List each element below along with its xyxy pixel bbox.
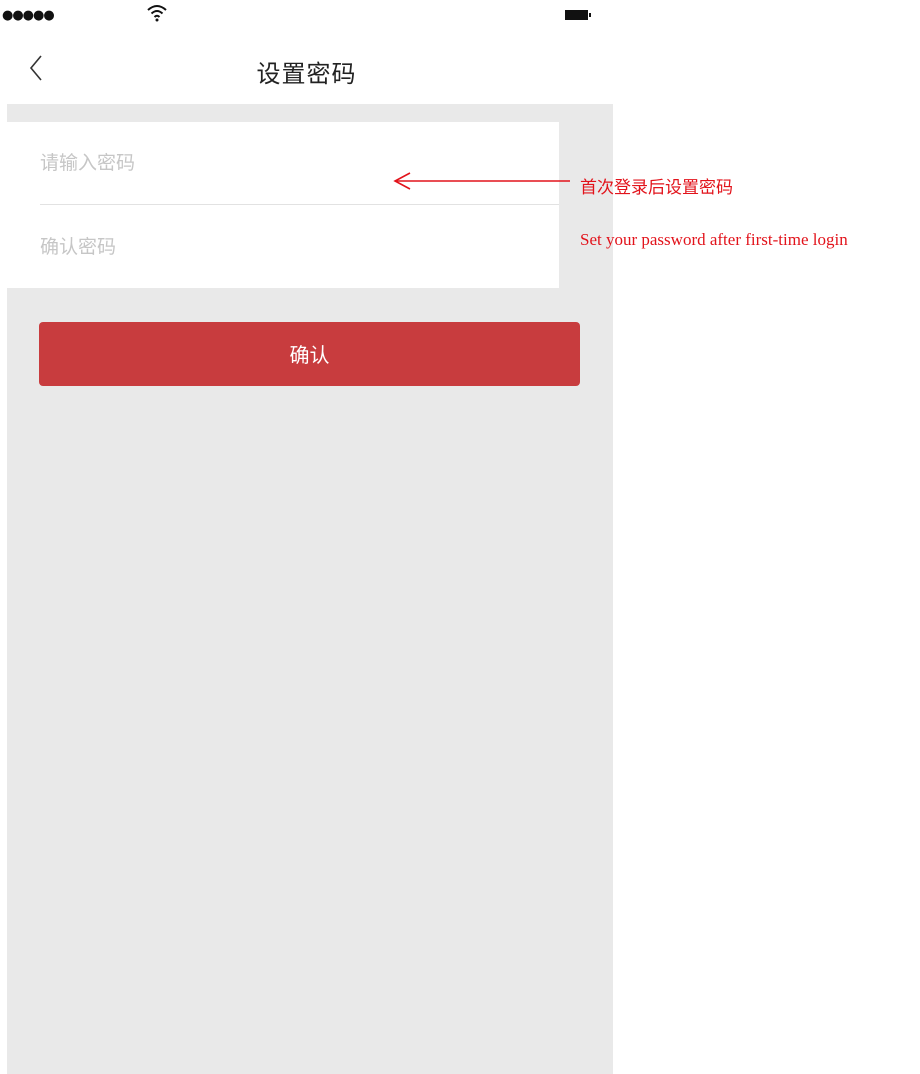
divider <box>40 204 559 205</box>
main-content: 确认 <box>7 104 613 1074</box>
annotation-text-cn: 首次登录后设置密码 <box>580 178 733 198</box>
wifi-icon <box>147 5 167 22</box>
annotation-text-en: Set your password after first-time login <box>580 230 848 249</box>
navigation-bar: 设置密码 <box>0 32 613 104</box>
battery-icon <box>565 10 591 20</box>
signal-strength-icon: ●●●●● <box>2 8 55 23</box>
status-bar: ●●●●● <box>0 0 613 32</box>
confirm-password-input[interactable] <box>40 206 559 288</box>
page-title: 设置密码 <box>256 60 357 88</box>
password-form <box>7 122 559 288</box>
phone-screen: ●●●●● 设置密码 确认 <box>0 0 613 1074</box>
confirm-button[interactable]: 确认 <box>39 322 580 386</box>
annotation-arrow-icon <box>393 172 570 190</box>
